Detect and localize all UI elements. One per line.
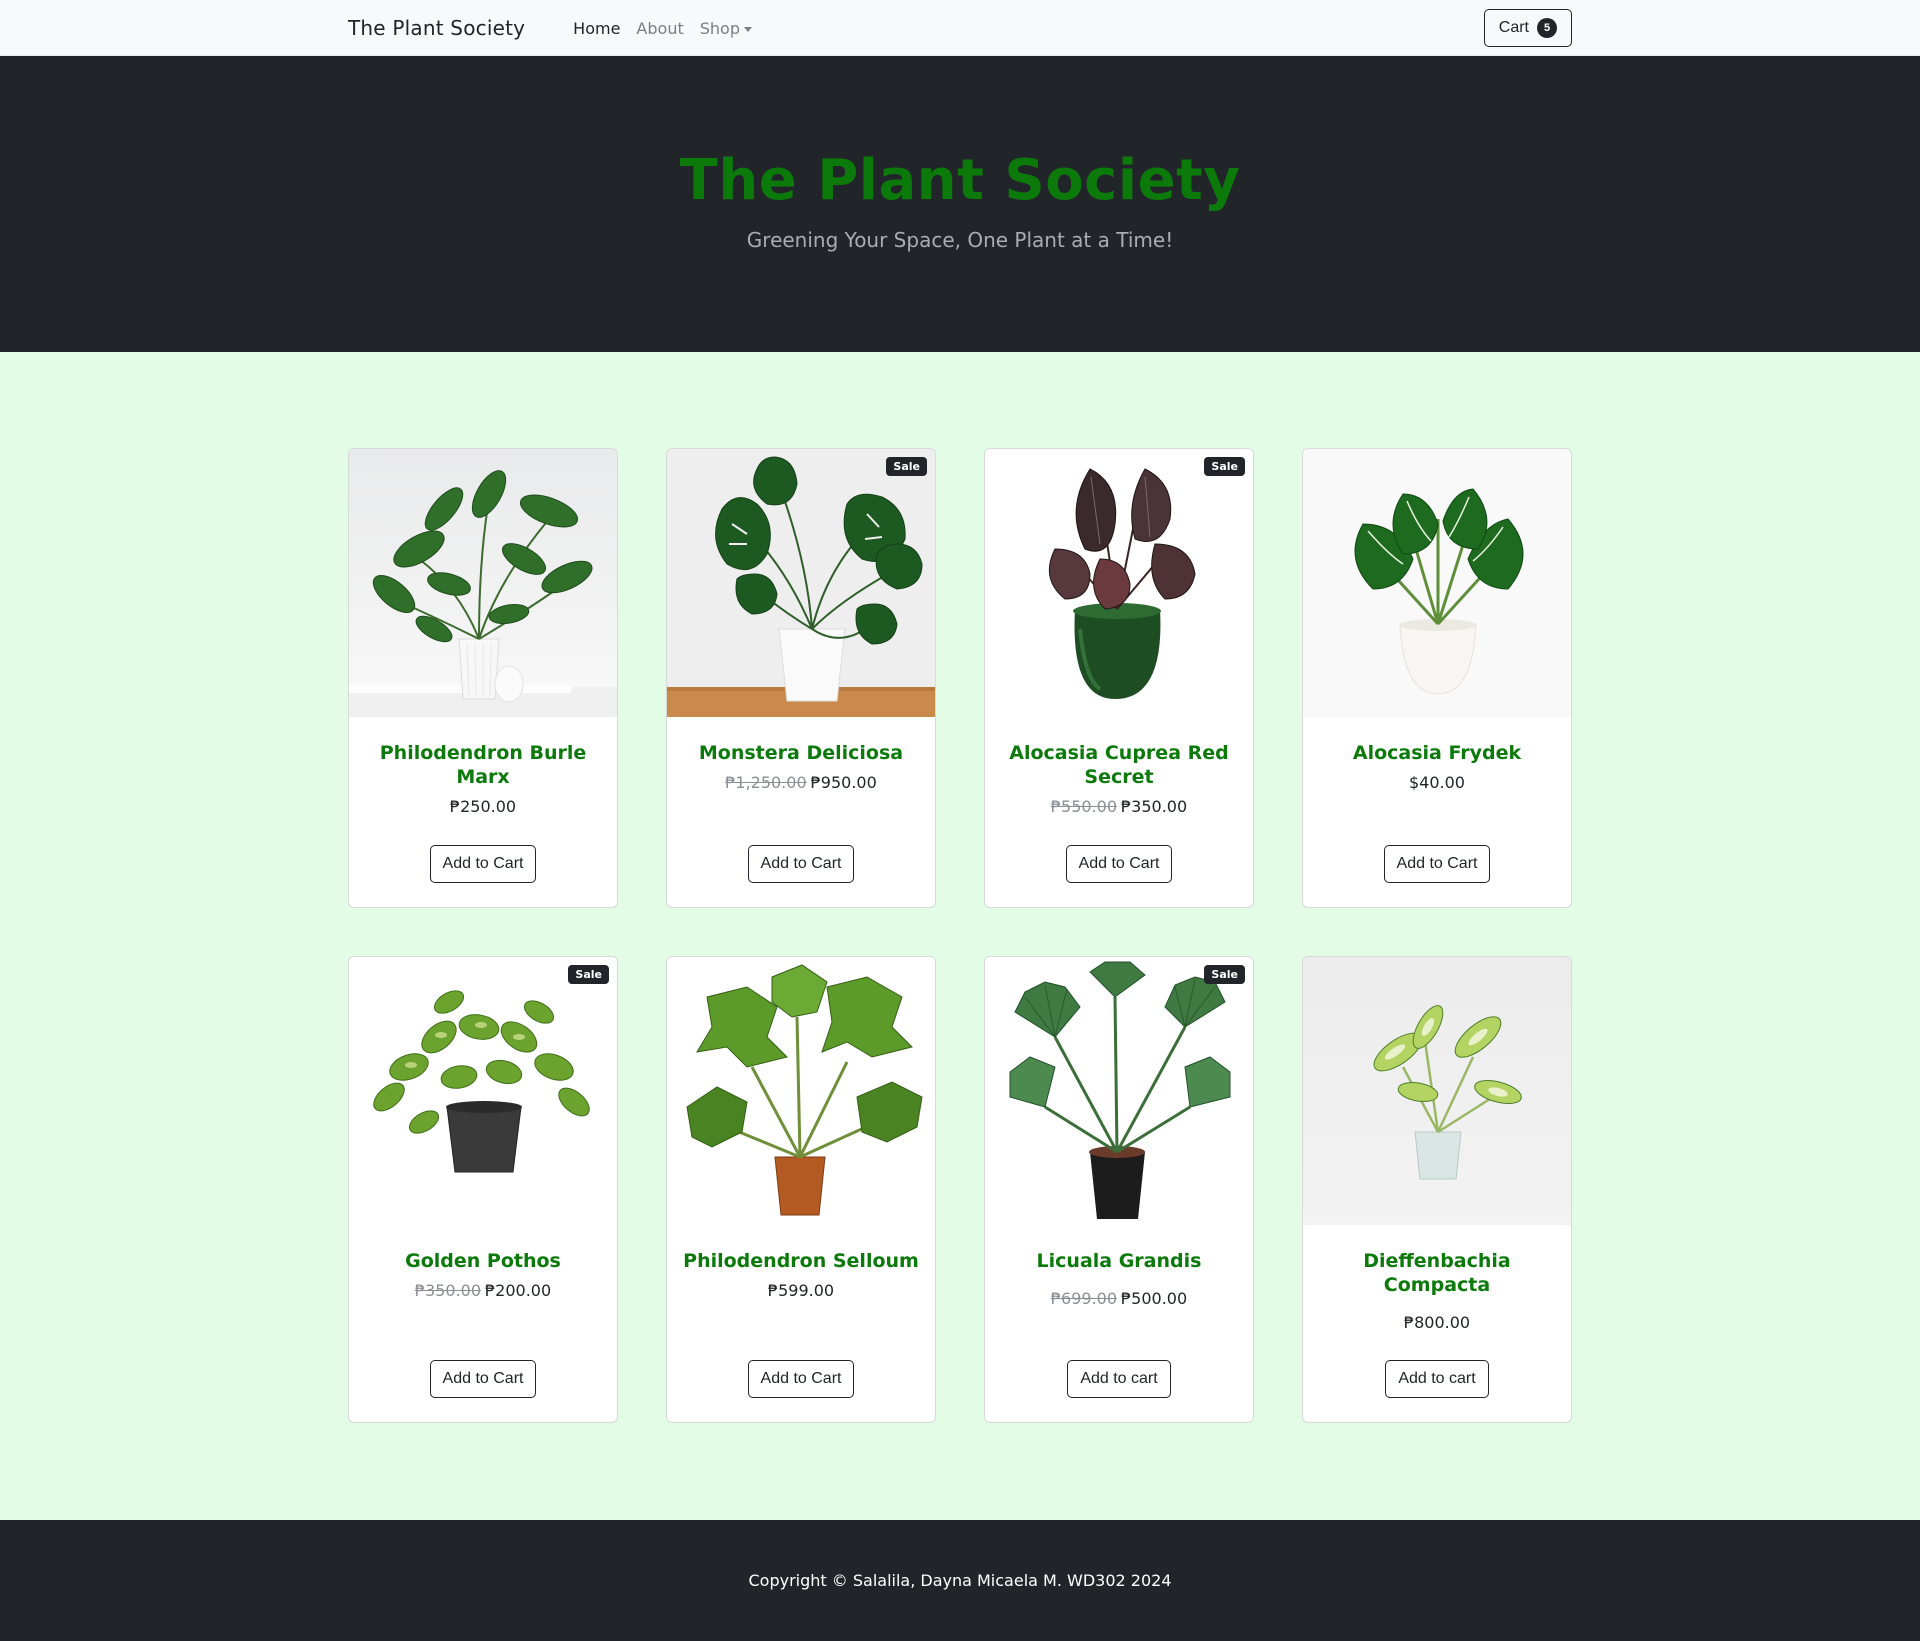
nav-home-link[interactable]: Home: [573, 19, 620, 38]
alocasia-frydek-image: [1354, 488, 1524, 695]
product-name: Philodendron Burle Marx: [379, 742, 587, 788]
licuala-grandis-image: [1009, 961, 1231, 1219]
product-card: Dieffenbachia Compacta ₱800.00 Add to ca…: [1302, 956, 1572, 1423]
hero-subtitle: Greening Your Space, One Plant at a Time…: [746, 227, 1174, 252]
navbar: The Plant Society Home About Shop Cart 5: [0, 0, 1920, 56]
product-name: Alocasia Frydek: [1352, 742, 1522, 764]
product-card-body: Golden Pothos ₱350.00 ₱200.00 Add to Cart: [349, 1225, 617, 1422]
product-card: Philodendron Selloum ₱599.00 Add to Cart: [666, 956, 936, 1423]
golden-pothos-image: [373, 990, 590, 1173]
product-name: Dieffenbachia Compacta: [1363, 1250, 1511, 1296]
product-card: Sale Alocasia Cuprea Red Secret ₱550.00 …: [984, 448, 1254, 908]
product-price-row: $40.00: [1409, 773, 1465, 792]
product-name: Monstera Deliciosa: [698, 742, 904, 764]
product-price-row: ₱350.00 ₱200.00: [415, 1281, 551, 1300]
cart-count-badge: 5: [1537, 18, 1557, 38]
product-old-price: ₱699.00: [1050, 1289, 1117, 1308]
product-image: [1303, 957, 1571, 1225]
add-to-cart-button[interactable]: Add to Cart: [429, 1360, 537, 1398]
product-card: Sale: [348, 956, 618, 1423]
sale-badge: Sale: [568, 965, 609, 984]
monstera-deliciosa-image: [667, 449, 935, 717]
add-to-cart-button[interactable]: Add to Cart: [1383, 845, 1491, 883]
product-card-body: Alocasia Cuprea Red Secret ₱550.00 ₱350.0…: [985, 717, 1253, 907]
cart-button[interactable]: Cart 5: [1483, 9, 1572, 47]
product-price-row: ₱550.00 ₱350.00: [1051, 797, 1187, 816]
product-price-row: ₱250.00: [450, 797, 516, 816]
dieffenbachia-compacta-image: [1373, 1005, 1522, 1180]
product-price-row: ₱699.00 ₱500.00: [1051, 1289, 1187, 1308]
product-price: ₱599.00: [767, 1281, 835, 1300]
product-card: Philodendron Burle Marx ₱250.00 Add to C…: [348, 448, 618, 908]
hero-title: The Plant Society: [679, 148, 1241, 213]
nav-shop-dropdown[interactable]: Shop: [700, 19, 752, 38]
product-card: Sale Licuala Grandis ₱699.00 ₱500.00 Add…: [984, 956, 1254, 1423]
product-card-body: Philodendron Selloum ₱599.00 Add to Cart: [667, 1225, 935, 1422]
product-name: Philodendron Selloum: [683, 1250, 919, 1272]
footer-copyright: Copyright © Salalila, Dayna Micaela M. W…: [748, 1571, 1172, 1590]
product-image: [1303, 449, 1571, 717]
product-card-body: Licuala Grandis ₱699.00 ₱500.00 Add to ca…: [985, 1225, 1253, 1422]
product-old-price: ₱1,250.00: [725, 773, 807, 792]
navbar-brand[interactable]: The Plant Society: [348, 16, 525, 40]
philodendron-selloum-image: [686, 964, 923, 1216]
product-image: Sale: [985, 449, 1253, 717]
caret-down-icon: [743, 26, 752, 32]
add-to-cart-button[interactable]: Add to Cart: [747, 1360, 855, 1398]
product-price: $40.00: [1409, 773, 1465, 792]
sale-badge: Sale: [1204, 965, 1245, 984]
product-price: ₱800.00: [1403, 1313, 1471, 1332]
product-image: Sale: [985, 957, 1253, 1225]
nav-about-link[interactable]: About: [636, 19, 683, 38]
product-grid: Philodendron Burle Marx ₱250.00 Add to C…: [348, 352, 1572, 1423]
product-name: Licuala Grandis: [1036, 1250, 1202, 1272]
product-card-body: Dieffenbachia Compacta ₱800.00 Add to ca…: [1303, 1225, 1571, 1422]
add-to-cart-button[interactable]: Add to Cart: [429, 845, 537, 883]
product-price: ₱200.00: [485, 1281, 552, 1300]
product-image: [667, 957, 935, 1225]
product-price: ₱350.00: [1121, 797, 1188, 816]
nav-shop-label: Shop: [699, 18, 740, 38]
sale-badge: Sale: [886, 457, 927, 476]
product-price: ₱950.00: [810, 773, 877, 792]
add-to-cart-button[interactable]: Add to cart: [1385, 1360, 1489, 1398]
product-card-body: Monstera Deliciosa ₱1,250.00 ₱950.00 Add …: [667, 717, 935, 907]
product-name: Alocasia Cuprea Red Secret: [1009, 742, 1229, 788]
add-to-cart-button[interactable]: Add to Cart: [747, 845, 855, 883]
alocasia-cuprea-image: [1048, 468, 1196, 699]
product-image: Sale: [667, 449, 935, 717]
sale-badge: Sale: [1204, 457, 1245, 476]
product-card: Sale: [666, 448, 936, 908]
philodendron-burle-marx-image: [349, 470, 617, 717]
footer: Copyright © Salalila, Dayna Micaela M. W…: [0, 1520, 1920, 1641]
product-price-row: ₱800.00: [1404, 1313, 1470, 1332]
product-old-price: ₱550.00: [1050, 797, 1117, 816]
product-old-price: ₱350.00: [414, 1281, 481, 1300]
product-image: Sale: [349, 957, 617, 1225]
product-card-body: Philodendron Burle Marx ₱250.00 Add to C…: [349, 717, 617, 907]
product-price-row: ₱1,250.00 ₱950.00: [725, 773, 877, 792]
nav-links: Home About Shop: [573, 19, 752, 38]
product-name: Golden Pothos: [405, 1250, 561, 1272]
add-to-cart-button[interactable]: Add to cart: [1067, 1360, 1171, 1398]
product-price-row: ₱599.00: [768, 1281, 834, 1300]
product-image: [349, 449, 617, 717]
product-price: ₱250.00: [449, 797, 517, 816]
cart-label: Cart: [1498, 19, 1529, 36]
hero-banner: The Plant Society Greening Your Space, O…: [0, 56, 1920, 352]
product-card: Alocasia Frydek $40.00 Add to Cart: [1302, 448, 1572, 908]
product-card-body: Alocasia Frydek $40.00 Add to Cart: [1303, 717, 1571, 907]
add-to-cart-button[interactable]: Add to Cart: [1065, 845, 1173, 883]
navbar-container: The Plant Society Home About Shop Cart 5: [348, 0, 1572, 56]
product-price: ₱500.00: [1121, 1289, 1188, 1308]
